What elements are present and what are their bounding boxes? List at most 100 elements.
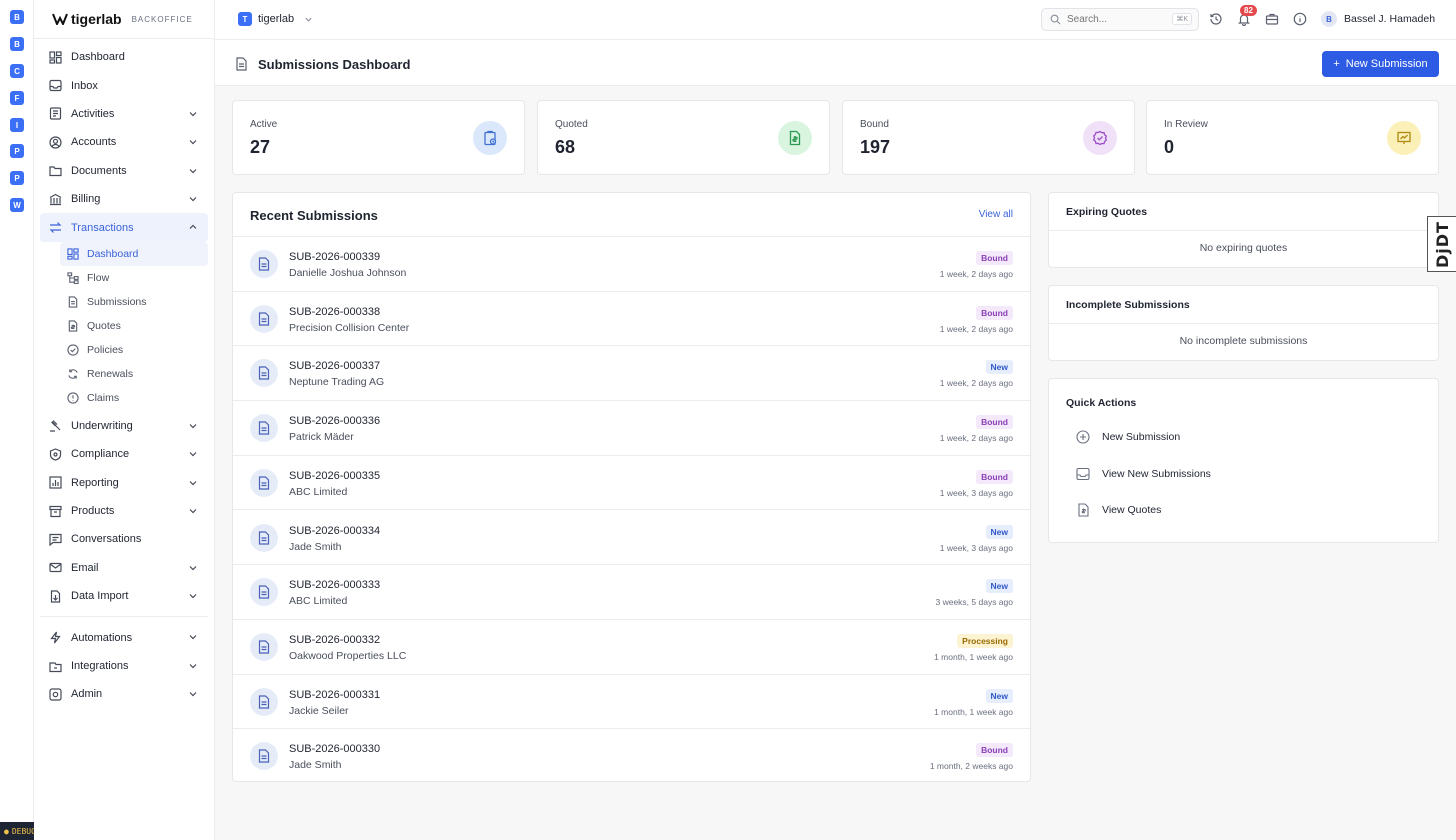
nav-item-underwriting[interactable]: Underwriting	[40, 412, 208, 440]
submission-row[interactable]: SUB-2026-000331 Jackie Seiler New 1 mont…	[233, 675, 1030, 730]
submission-row[interactable]: SUB-2026-000330 Jade Smith Bound 1 month…	[233, 729, 1030, 784]
nav-item-integrations[interactable]: Integrations	[40, 652, 208, 680]
chevron-down-icon	[189, 594, 197, 599]
main-nav: Dashboard Inbox Activities Accounts Docu…	[34, 39, 214, 709]
nav-item-conversations[interactable]: Conversations	[40, 525, 208, 553]
document-icon	[250, 359, 278, 388]
info-icon[interactable]	[1293, 12, 1307, 26]
nav-label: Accounts	[71, 136, 117, 149]
submission-row[interactable]: SUB-2026-000332 Oakwood Properties LLC P…	[233, 620, 1030, 675]
subnav-item-quotes[interactable]: Quotes	[60, 314, 208, 338]
gavel-icon	[48, 419, 62, 433]
brand-name: tigerlab	[71, 11, 122, 27]
presentation-icon	[1387, 121, 1421, 155]
submission-time: 1 month, 1 week ago	[934, 651, 1013, 662]
nav-item-data-import[interactable]: Data Import	[40, 582, 208, 610]
incomplete-submissions-title: Incomplete Submissions	[1066, 299, 1190, 311]
inbox-icon	[48, 79, 62, 93]
tenant-c-button[interactable]: C	[10, 64, 24, 78]
nav-item-accounts[interactable]: Accounts	[40, 128, 208, 156]
stat-card-bound[interactable]: Bound 197	[842, 100, 1135, 175]
nav-item-compliance[interactable]: Compliance	[40, 440, 208, 468]
alert-circle-icon	[66, 391, 79, 404]
nav-item-reporting[interactable]: Reporting	[40, 469, 208, 497]
search-input[interactable]	[1067, 14, 1177, 25]
briefcase-icon[interactable]	[1265, 12, 1279, 26]
bolt-icon	[48, 631, 62, 645]
brand-logo[interactable]: tigerlab	[52, 11, 122, 27]
tenant-p1-button[interactable]: P	[10, 144, 24, 158]
stat-card-quoted[interactable]: Quoted 68	[537, 100, 830, 175]
admin-icon	[48, 687, 62, 701]
nav-item-documents[interactable]: Documents	[40, 157, 208, 185]
user-menu[interactable]: B Bassel J. Hamadeh	[1321, 11, 1435, 27]
chevron-down-icon	[305, 17, 312, 22]
submission-row[interactable]: SUB-2026-000333 ABC Limited New 3 weeks,…	[233, 565, 1030, 620]
subnav-item-dashboard[interactable]: Dashboard	[60, 241, 208, 266]
submission-row[interactable]: SUB-2026-000335 ABC Limited Bound 1 week…	[233, 456, 1030, 511]
history-icon[interactable]	[1209, 12, 1223, 26]
nav-item-automations[interactable]: Automations	[40, 623, 208, 651]
submission-row[interactable]: SUB-2026-000339 Danielle Joshua Johnson …	[233, 237, 1030, 292]
nav-item-transactions[interactable]: Transactions	[40, 213, 208, 242]
submission-name: Precision Collision Center	[289, 321, 410, 334]
subnav-label: Quotes	[87, 319, 121, 332]
empty-state-text: No incomplete submissions	[1179, 335, 1308, 347]
chevron-up-icon	[189, 224, 197, 230]
submission-row[interactable]: SUB-2026-000334 Jade Smith New 1 week, 3…	[233, 511, 1030, 566]
nav-item-activities[interactable]: Activities	[40, 100, 208, 128]
nav-item-inbox[interactable]: Inbox	[40, 71, 208, 99]
tenant-f-button[interactable]: F	[10, 91, 24, 105]
tenant-w-button[interactable]: W	[10, 198, 24, 212]
folder-icon	[48, 164, 62, 178]
submission-name: ABC Limited	[289, 595, 348, 608]
quick-action-view-new-submissions[interactable]: View New Submissions	[1076, 467, 1211, 481]
document-icon	[250, 523, 278, 552]
nav-item-dashboard[interactable]: Dashboard	[40, 43, 208, 71]
subnav-item-flow[interactable]: Flow	[60, 266, 208, 290]
brand-subtitle: BACKOFFICE	[131, 14, 193, 24]
tenant-b2-button[interactable]: B	[10, 37, 24, 51]
view-all-link[interactable]: View all	[979, 209, 1013, 220]
quick-action-new-submission[interactable]: New Submission	[1076, 430, 1180, 444]
debug-toolbar-handle[interactable]: DjDT	[1427, 216, 1456, 272]
nav-item-products[interactable]: Products	[40, 497, 208, 525]
tenant-b1-button[interactable]: B	[10, 10, 24, 24]
org-badge: T	[238, 12, 252, 26]
quick-action-view-quotes[interactable]: View Quotes	[1076, 503, 1161, 517]
nav-item-billing[interactable]: Billing	[40, 185, 208, 213]
subnav-item-renewals[interactable]: Renewals	[60, 362, 208, 386]
debug-label: DEBUG	[11, 826, 36, 836]
search-box[interactable]: ⌘K	[1041, 8, 1199, 31]
debug-toolbar-label: DjDT	[1432, 220, 1452, 268]
nav-item-email[interactable]: Email	[40, 554, 208, 582]
stat-card-in-review[interactable]: In Review 0	[1146, 100, 1439, 175]
subnav-item-claims[interactable]: Claims	[60, 386, 208, 410]
subnav-item-submissions[interactable]: Submissions	[60, 290, 208, 314]
new-submission-button[interactable]: + New Submission	[1322, 51, 1439, 77]
stat-card-active[interactable]: Active 27	[232, 100, 525, 175]
submission-row[interactable]: SUB-2026-000336 Patrick Mäder Bound 1 we…	[233, 401, 1030, 456]
tenant-p2-button[interactable]: P	[10, 171, 24, 185]
subnav-item-policies[interactable]: Policies	[60, 338, 208, 362]
org-switcher[interactable]: T tigerlab	[238, 12, 313, 26]
tenant-i-button[interactable]: I	[10, 118, 24, 132]
submission-id: SUB-2026-000336	[289, 415, 381, 428]
policy-check-icon	[66, 343, 79, 356]
submission-id: SUB-2026-000338	[289, 305, 381, 318]
submission-row[interactable]: SUB-2026-000338 Precision Collision Cent…	[233, 292, 1030, 347]
submission-time: 1 week, 2 days ago	[939, 378, 1013, 389]
archive-icon	[48, 504, 62, 518]
submission-id: SUB-2026-000339	[289, 251, 381, 263]
stat-label: In Review	[1164, 119, 1208, 130]
chevron-down-icon	[189, 692, 197, 697]
stat-value: 68	[555, 137, 576, 157]
top-bar: T tigerlab ⌘K 82 B Bassel J. Hamadeh	[215, 0, 1456, 40]
submission-row[interactable]: SUB-2026-000337 Neptune Trading AG New 1…	[233, 346, 1030, 402]
nav-item-admin[interactable]: Admin	[40, 680, 208, 708]
nav-label: Dashboard	[71, 51, 125, 64]
submission-id: SUB-2026-000330	[289, 743, 381, 756]
status-badge: Bound	[976, 743, 1013, 758]
submission-name: Neptune Trading AG	[289, 376, 385, 389]
sidebar: tigerlab BACKOFFICE Dashboard Inbox Acti…	[34, 0, 215, 840]
